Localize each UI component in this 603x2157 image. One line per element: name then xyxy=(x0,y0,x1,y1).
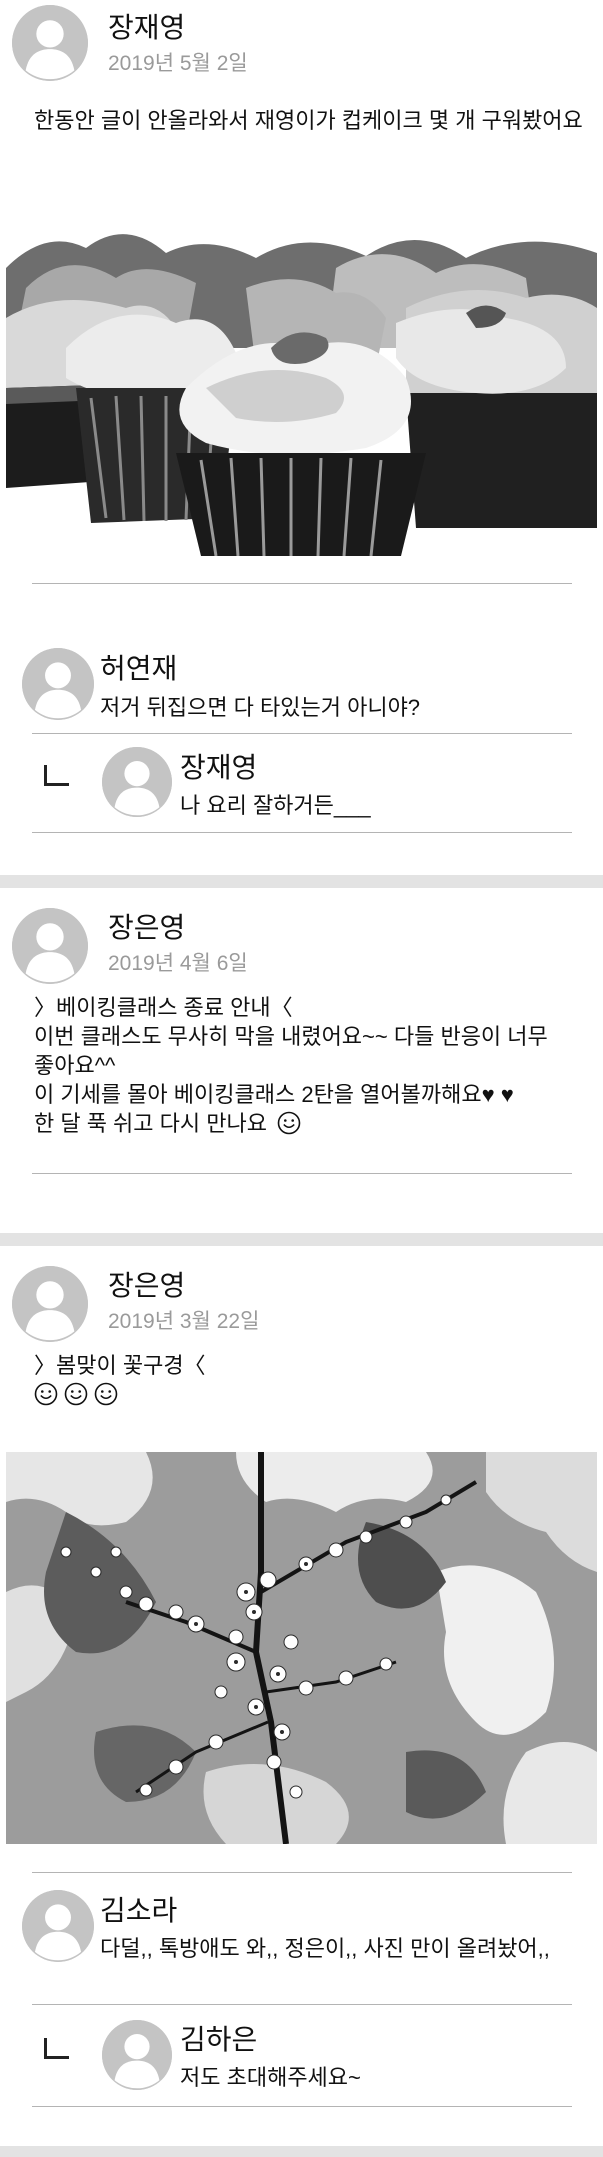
post-card: 장은영 2019년 4월 6일 〉베이킹클래스 종료 안내〈 이번 클래스도 무… xyxy=(0,888,603,1233)
reply-text: 나 요리 잘하거든___ xyxy=(180,793,371,818)
post-card: 장은영 2019년 3월 22일 〉봄맞이 꽃구경〈 김소라 다덜,, 톡방애도… xyxy=(0,1246,603,2157)
avatar[interactable] xyxy=(12,1266,88,1342)
user-icon xyxy=(102,2020,172,2090)
post-date: 2019년 3월 22일 xyxy=(108,1310,260,1333)
reply-author[interactable]: 김하은 xyxy=(180,2018,257,2058)
post-date: 2019년 4월 6일 xyxy=(108,952,248,975)
divider xyxy=(32,1173,572,1174)
divider xyxy=(32,832,572,833)
post-author[interactable]: 장은영 xyxy=(108,1264,185,1304)
avatar[interactable] xyxy=(12,908,88,984)
post-separator xyxy=(0,2146,603,2157)
comment-text: 저거 뒤집으면 다 타있는거 아니야? xyxy=(100,695,421,720)
divider xyxy=(32,583,572,584)
post-text-line: 이 기세를 몰아 베이킹클래스 2탄을 열어볼까해요♥ ♥ xyxy=(34,1082,514,1107)
post-date: 2019년 5월 2일 xyxy=(108,52,248,75)
post-text-line: 〉베이킹클래스 종료 안내〈 xyxy=(34,995,293,1020)
cupcakes-photo[interactable] xyxy=(6,228,597,556)
user-icon xyxy=(22,1890,94,1962)
post-author[interactable]: 장은영 xyxy=(108,906,185,946)
post-author[interactable]: 장재영 xyxy=(108,6,185,46)
post-text-line-last: 한 달 푹 쉬고 다시 만나요 xyxy=(34,1109,301,1138)
emoji-row xyxy=(34,1382,118,1413)
avatar[interactable] xyxy=(102,2020,172,2090)
user-icon xyxy=(12,5,88,81)
comment-author[interactable]: 허연재 xyxy=(100,647,177,687)
user-icon xyxy=(12,1266,88,1342)
reply-text: 저도 초대해주세요~ xyxy=(180,2065,361,2090)
reply-indicator-icon xyxy=(44,2038,69,2059)
post-card: 장재영 2019년 5월 2일 한동안 글이 안올라와서 재영이가 컵케이크 몇… xyxy=(0,0,603,875)
user-icon xyxy=(102,747,172,817)
post-text-line: 한 달 푹 쉬고 다시 만나요 xyxy=(34,1111,267,1136)
smiley-icon xyxy=(94,1382,118,1406)
post-text-line: 〉봄맞이 꽃구경〈 xyxy=(34,1353,206,1378)
post-separator xyxy=(0,875,603,888)
post-text-line: 좋아요^^ xyxy=(34,1053,116,1078)
comment-text: 다덜,, 톡방애도 와,, 정은이,, 사진 만이 올려놨어,, xyxy=(100,1936,550,1961)
smiley-icon xyxy=(34,1382,58,1406)
user-icon xyxy=(12,908,88,984)
reply-author[interactable]: 장재영 xyxy=(180,746,257,786)
blossom-photo[interactable] xyxy=(6,1452,597,1844)
smiley-icon xyxy=(277,1111,301,1135)
post-text-line: 이번 클래스도 무사히 막을 내렸어요~~ 다들 반응이 너무 xyxy=(34,1024,548,1049)
post-text: 한동안 글이 안올라와서 재영이가 컵케이크 몇 개 구워봤어요 xyxy=(34,108,583,133)
divider xyxy=(32,733,572,734)
post-separator xyxy=(0,1233,603,1246)
reply-indicator-icon xyxy=(44,765,69,786)
avatar[interactable] xyxy=(12,5,88,81)
avatar[interactable] xyxy=(22,648,94,720)
divider xyxy=(32,1872,572,1873)
divider xyxy=(32,2106,572,2107)
user-icon xyxy=(22,648,94,720)
avatar[interactable] xyxy=(102,747,172,817)
comment-author[interactable]: 김소라 xyxy=(100,1889,177,1929)
divider xyxy=(32,2004,572,2005)
smiley-icon xyxy=(64,1382,88,1406)
avatar[interactable] xyxy=(22,1890,94,1962)
